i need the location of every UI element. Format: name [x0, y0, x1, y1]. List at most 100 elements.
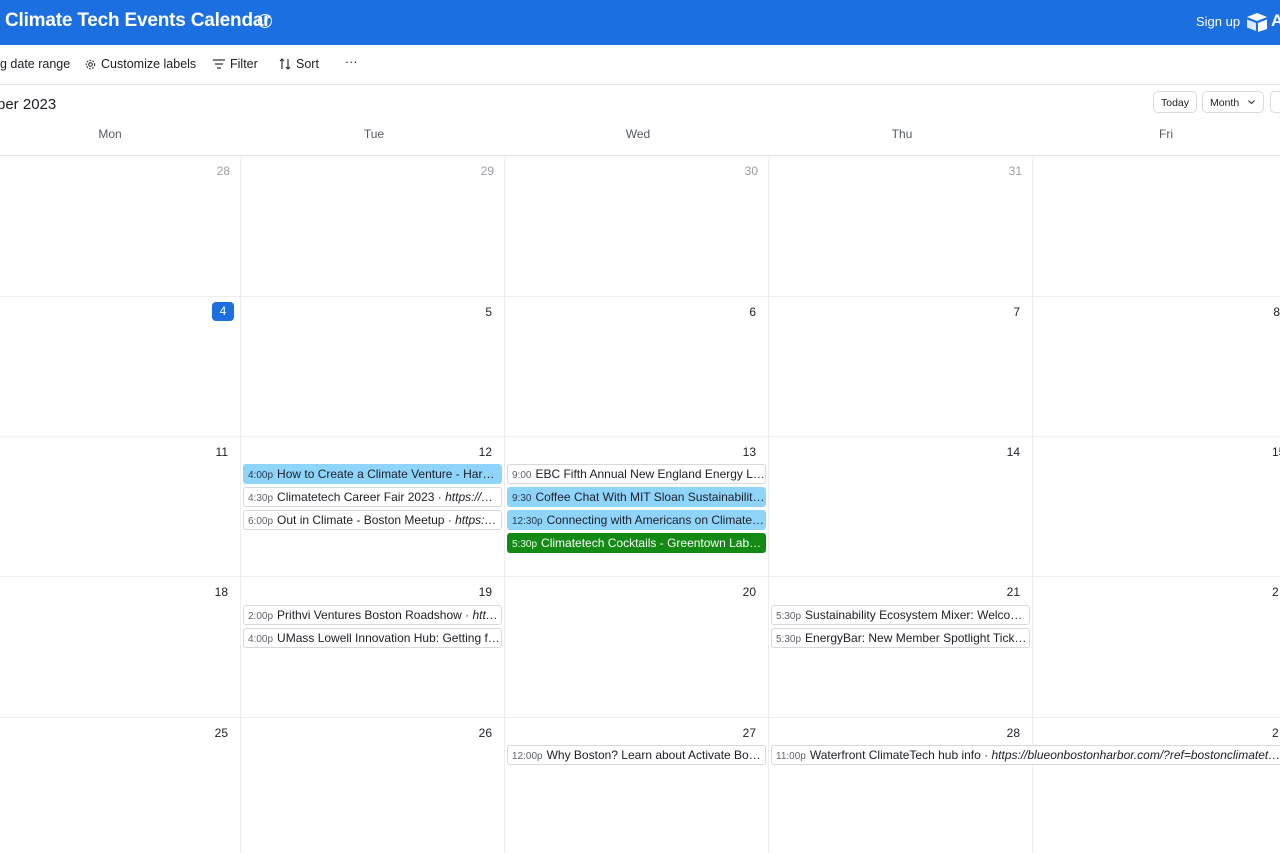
calendar-grid: 28 29 30 31 4 5 6 7 8 11 12 13 14 15 18 … — [0, 156, 1280, 853]
weekday-mon: Mon — [98, 127, 122, 141]
event-name: Coffee Chat With MIT Sloan Sustainabilit… — [535, 490, 765, 504]
day-number: 19 — [478, 585, 492, 599]
day-number: 8 — [1273, 305, 1280, 319]
day-number: 31 — [1008, 164, 1022, 178]
event-url: · https://blueonbostonharbor.com/?ref=bo… — [984, 748, 1280, 762]
more-icon: ··· — [345, 55, 358, 69]
day-number: 30 — [744, 164, 758, 178]
event-name: Sustainability Ecosystem Mixer: Welco… — [805, 608, 1023, 622]
day-number: 6 — [749, 305, 756, 319]
view-toolbar: g date range Customize labels Filter Sor… — [0, 45, 1280, 85]
event-time: 4:00p — [248, 634, 274, 645]
event-time: 12:30p — [512, 516, 543, 527]
event-name: UMass Lowell Innovation Hub: Getting f… — [277, 631, 500, 645]
event-chip[interactable]: 4:30p Climatetech Career Fair 2023 · http… — [243, 487, 502, 507]
event-chip[interactable]: 4:00p UMass Lowell Innovation Hub: Gettin… — [243, 628, 502, 648]
today-button[interactable]: Today — [1153, 91, 1198, 113]
day-number: 2 — [1272, 585, 1279, 599]
info-icon[interactable]: i — [258, 14, 272, 28]
day-number: 28 — [1006, 726, 1020, 740]
calendar-header: ber 2023 Today Month Mon Tue Wed Thu Fri — [0, 85, 1280, 156]
event-time: 6:00p — [248, 516, 274, 527]
event-url: · htt… — [465, 608, 498, 622]
event-name: How to Create a Climate Venture - Har… — [277, 467, 495, 481]
day-number: 28 — [216, 164, 230, 178]
event-chip[interactable]: 5:30p Sustainability Ecosystem Mixer: Wel… — [771, 605, 1030, 625]
month-label: ber 2023 — [0, 96, 57, 113]
event-name: Waterfront ClimateTech hub info — [809, 748, 985, 762]
weekday-thu: Thu — [891, 127, 913, 141]
day-number: 26 — [478, 726, 492, 740]
event-time: 4:00p — [248, 470, 274, 481]
event-name: Climatetech Career Fair 2023 — [277, 490, 438, 504]
event-name: Prithvi Ventures Boston Roadshow — [277, 608, 466, 622]
day-number: 27 — [742, 726, 756, 740]
event-name: Why Boston? Learn about Activate Bo… — [546, 748, 761, 762]
event-time: 5:30p — [776, 634, 802, 645]
more-options-button[interactable]: ··· — [345, 55, 358, 69]
day-number: 5 — [485, 305, 492, 319]
day-number: 12 — [478, 445, 492, 459]
event-chip[interactable]: 12:30p Connecting with Americans on Clima… — [507, 510, 766, 530]
event-time: 9:30 — [512, 493, 532, 504]
app-header: Climate Tech Events Calendar i Sign up A — [0, 0, 1280, 45]
event-time: 11:00p — [776, 751, 806, 762]
chevron-down-icon — [1248, 100, 1255, 105]
weekday-tue: Tue — [363, 127, 385, 141]
event-chip[interactable]: 5:30p EnergyBar: New Member Spotlight Tic… — [771, 628, 1030, 648]
sort-icon — [279, 58, 291, 70]
event-name: EBC Fifth Annual New England Energy L… — [535, 467, 765, 481]
day-number: 20 — [742, 585, 756, 599]
event-chip[interactable]: 6:00p Out in Climate - Boston Meetup · ht… — [243, 510, 502, 530]
event-time: 4:30p — [248, 493, 274, 504]
day-number: 2 — [1272, 726, 1279, 740]
event-time: 5:30p — [512, 539, 538, 550]
date-range-button[interactable]: g date range — [0, 57, 70, 71]
day-number: 18 — [214, 585, 228, 599]
event-chip[interactable]: 11:00p Waterfront ClimateTech hub info · … — [771, 745, 1280, 765]
airtable-logo-icon — [1247, 13, 1267, 32]
day-number: 7 — [1013, 305, 1020, 319]
view-select-label: Month — [1210, 97, 1240, 109]
event-url: · https://… — [437, 490, 494, 504]
event-time: 12:00p — [512, 751, 543, 762]
sign-up-link[interactable]: Sign up — [1196, 14, 1240, 29]
day-number: 21 — [1006, 585, 1020, 599]
filter-button[interactable]: Filter — [213, 57, 258, 71]
event-name: EnergyBar: New Member Spotlight Tick… — [805, 631, 1027, 645]
event-chip[interactable]: 4:00p How to Create a Climate Venture - H… — [243, 464, 502, 484]
event-url: · https:… — [447, 513, 497, 527]
weekday-wed: Wed — [625, 127, 651, 141]
event-chip[interactable]: 9:00 EBC Fifth Annual New England Energy … — [507, 464, 766, 484]
event-time: 9:00 — [512, 470, 532, 481]
event-time: 5:30p — [776, 611, 802, 622]
customize-labels-label: Customize labels — [101, 57, 197, 71]
next-button[interactable] — [1270, 91, 1280, 113]
today-day-badge: 4 — [212, 302, 234, 321]
event-name: Connecting with Americans on Climate… — [546, 513, 765, 527]
sort-button[interactable]: Sort — [279, 57, 319, 71]
day-number: 13 — [742, 445, 756, 459]
filter-label: Filter — [230, 57, 258, 71]
day-number: 15 — [1272, 445, 1280, 459]
gear-icon — [85, 59, 96, 69]
date-range-label: g date range — [0, 57, 71, 71]
event-name: Climatetech Cocktails - Greentown Lab… — [541, 536, 762, 550]
customize-labels-button[interactable]: Customize labels — [85, 57, 196, 71]
day-number: 25 — [214, 726, 228, 740]
day-number: 11 — [215, 445, 228, 459]
event-chip[interactable]: 5:30p Climatetech Cocktails - Greentown L… — [507, 533, 766, 553]
day-number: 14 — [1006, 445, 1020, 459]
event-time: 2:00p — [248, 611, 274, 622]
day-number: 29 — [480, 164, 494, 178]
sort-label: Sort — [296, 57, 319, 71]
event-chip[interactable]: 12:00p Why Boston? Learn about Activate B… — [507, 745, 766, 765]
event-name: Out in Climate - Boston Meetup — [277, 513, 448, 527]
event-chip[interactable]: 2:00p Prithvi Ventures Boston Roadshow · … — [243, 605, 502, 625]
logo-text: A — [1271, 11, 1280, 30]
weekday-fri: Fri — [1159, 127, 1173, 141]
filter-icon — [213, 59, 225, 69]
view-select[interactable]: Month — [1202, 91, 1264, 113]
page-title: Climate Tech Events Calendar — [5, 10, 271, 31]
event-chip[interactable]: 9:30 Coffee Chat With MIT Sloan Sustainab… — [507, 487, 766, 507]
